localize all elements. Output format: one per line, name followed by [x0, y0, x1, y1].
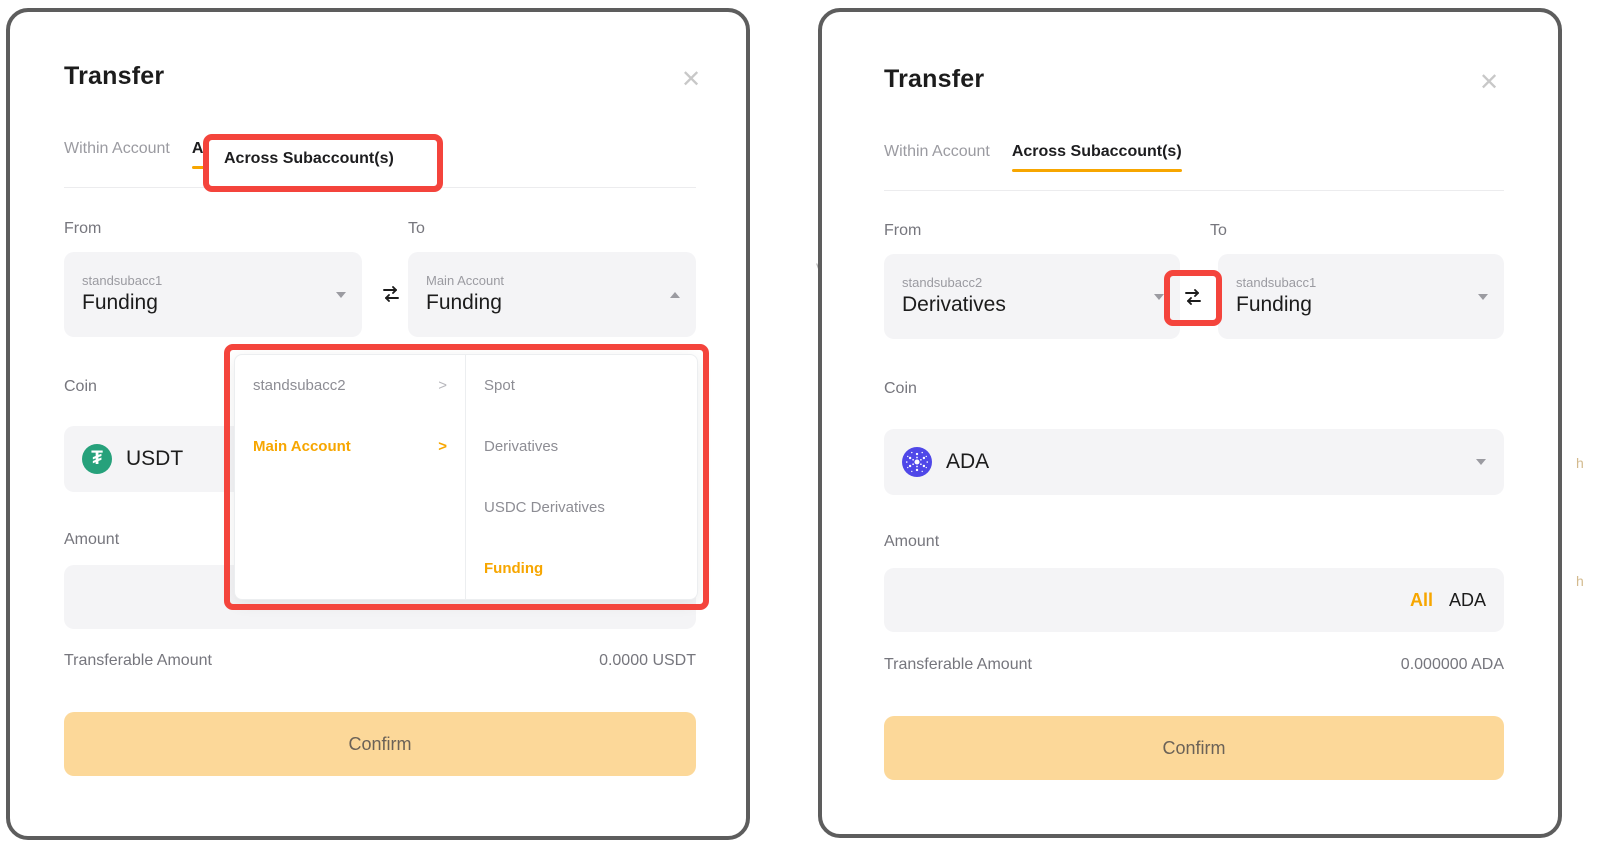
dropdown-wallet-usdc-derivatives[interactable]: USDC Derivatives	[466, 477, 697, 538]
transferable-amount-value: 0.000000 ADA	[1400, 656, 1504, 673]
dropdown-item-label: USDC Derivatives	[484, 499, 605, 516]
swap-arrows-icon	[1185, 289, 1201, 305]
transfer-mode-tabs: Within Account Across Subaccount(s)	[884, 143, 1182, 172]
tab-across-subaccounts[interactable]: Across Subaccount(s)	[1011, 143, 1182, 172]
from-account-name: standsubacc2	[902, 274, 983, 290]
transferable-amount-label: Transferable Amount	[64, 652, 212, 669]
confirm-button[interactable]: Confirm	[64, 712, 696, 776]
dropdown-accounts-column: standsubacc2 > Main Account >	[235, 355, 466, 599]
dropdown-wallet-funding[interactable]: Funding	[466, 538, 697, 599]
amount-all-button[interactable]: All	[1410, 590, 1433, 611]
from-label: From	[884, 222, 922, 239]
page-title: Transfer	[884, 65, 985, 93]
coin-label: Coin	[64, 378, 97, 395]
usdt-coin-icon	[82, 444, 112, 474]
dialog-body-right: Transfer ✕ Within Account Across Subacco…	[822, 12, 1558, 834]
to-account-name: standsubacc1	[1236, 274, 1317, 290]
transferable-amount-label: Transferable Amount	[884, 656, 1032, 673]
to-wallet-name: Funding	[426, 291, 502, 315]
swap-direction-button[interactable]	[374, 277, 408, 311]
tab-within-account[interactable]: Within Account	[64, 140, 170, 169]
dropdown-account-main-account[interactable]: Main Account >	[235, 416, 465, 477]
close-icon[interactable]: ✕	[1476, 70, 1502, 96]
transfer-dialog-left: Transfer ✕ Within Account Across Subacco…	[6, 8, 750, 840]
transfer-dialog-right: Transfer ✕ Within Account Across Subacco…	[818, 8, 1562, 838]
transferable-amount-row: Transferable Amount 0.000000 ADA	[884, 656, 1504, 674]
to-wallet-name: Funding	[1236, 293, 1312, 317]
chevron-down-icon	[1476, 459, 1486, 465]
from-account-select[interactable]: standsubacc1 Funding	[64, 252, 362, 337]
chevron-right-icon: >	[438, 438, 447, 455]
amount-unit: ADA	[1448, 589, 1486, 610]
from-wallet-name: Derivatives	[902, 293, 1006, 317]
tab-within-account[interactable]: Within Account	[884, 143, 990, 172]
dropdown-wallet-derivatives[interactable]: Derivatives	[466, 416, 697, 477]
background-text-fragment-orange: h	[1576, 573, 1584, 589]
from-wallet-name: Funding	[82, 291, 158, 315]
cardano-glyph	[905, 451, 929, 473]
transferable-amount-value: 0.0000 USDT	[599, 652, 696, 669]
chevron-up-icon	[670, 291, 680, 298]
chevron-right-icon: >	[438, 377, 447, 394]
swap-direction-button[interactable]	[1176, 280, 1210, 314]
tabs-divider	[884, 190, 1504, 191]
dropdown-account-standsubacc2[interactable]: standsubacc2 >	[235, 355, 465, 416]
close-icon[interactable]: ✕	[678, 67, 704, 93]
dropdown-item-label: Main Account	[253, 438, 351, 455]
amount-field[interactable]: All ADA	[884, 568, 1504, 632]
coin-name: USDT	[126, 447, 184, 470]
to-account-name: Main Account	[426, 272, 505, 288]
amount-input[interactable]	[902, 568, 1274, 632]
annotation-tab-label: Across Subaccount(s)	[224, 150, 394, 167]
ada-coin-icon	[902, 447, 932, 477]
dialog-body-left: Transfer ✕ Within Account Across Subacco…	[10, 12, 746, 836]
to-account-select[interactable]: Main Account Funding	[408, 252, 696, 337]
confirm-button[interactable]: Confirm	[884, 716, 1504, 780]
swap-arrows-icon	[383, 286, 399, 302]
to-account-select[interactable]: standsubacc1 Funding	[1218, 254, 1504, 339]
dropdown-item-label: Derivatives	[484, 438, 559, 455]
coin-name: ADA	[946, 450, 990, 473]
amount-label: Amount	[884, 533, 940, 550]
transferable-amount-row: Transferable Amount 0.0000 USDT	[64, 652, 696, 670]
chevron-down-icon	[336, 291, 346, 298]
dropdown-wallets-column: Spot Derivatives USDC Derivatives Fundin…	[466, 355, 697, 599]
coin-select[interactable]: ADA	[884, 429, 1504, 495]
account-dropdown-menu: standsubacc2 > Main Account > Spot Deriv…	[234, 354, 698, 600]
amount-label: Amount	[64, 531, 120, 548]
coin-label: Coin	[884, 380, 917, 397]
chevron-down-icon	[1154, 293, 1164, 300]
background-text-fragment-orange: h	[1576, 455, 1584, 471]
dropdown-item-label: Funding	[484, 560, 544, 577]
dropdown-wallet-spot[interactable]: Spot	[466, 355, 697, 416]
chevron-down-icon	[1478, 293, 1488, 300]
screenshot-root: 0( 0( v h h Transfer ✕ Within Account Ac…	[0, 0, 1600, 855]
page-title: Transfer	[64, 62, 165, 90]
tabs-divider	[64, 187, 696, 188]
from-label: From	[64, 220, 102, 237]
dropdown-item-label: Spot	[484, 377, 515, 394]
from-account-select[interactable]: standsubacc2 Derivatives	[884, 254, 1180, 339]
to-label: To	[1210, 222, 1227, 239]
dropdown-item-label: standsubacc2	[253, 377, 346, 394]
from-account-name: standsubacc1	[82, 272, 163, 288]
to-label: To	[408, 220, 425, 237]
